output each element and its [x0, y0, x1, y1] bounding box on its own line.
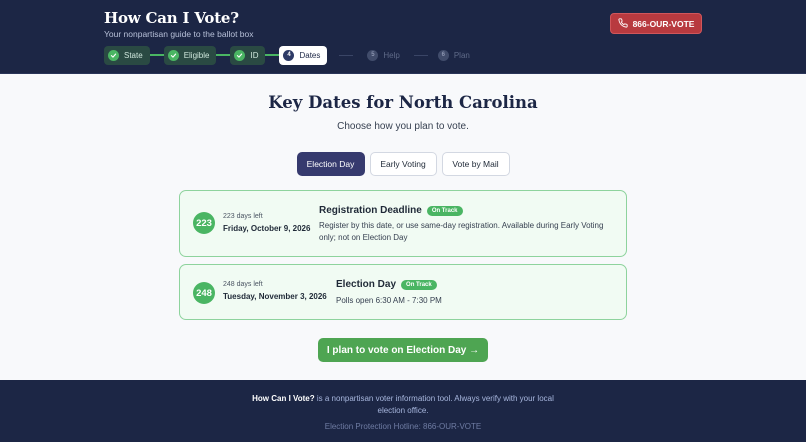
- voting-method-tabs: Election Day Early Voting Vote by Mail: [0, 152, 806, 176]
- status-badge: On Track: [401, 279, 437, 290]
- progress-steps: State Eligible ID 4 Dates 5 Help 6 Plan: [104, 45, 474, 65]
- phone-icon: [617, 17, 628, 30]
- site-title[interactable]: How Can I Vote?: [104, 9, 239, 27]
- deadline-date: Tuesday, November 3, 2026: [223, 292, 327, 301]
- page-title: Key Dates for North Carolina: [268, 93, 538, 112]
- step-label: Eligible: [183, 50, 210, 60]
- check-icon: [108, 49, 119, 61]
- days-left-text: 248 days left: [223, 281, 263, 288]
- event-title-text: Election Day: [336, 279, 397, 290]
- step-label: Plan: [453, 50, 470, 60]
- site-subtitle: Your nonpartisan guide to the ballot box: [104, 29, 254, 39]
- tab-vote-by-mail[interactable]: Vote by Mail: [441, 152, 510, 176]
- deadline-date: Friday, October 9, 2026: [223, 224, 311, 233]
- days-left-text: 223 days left: [223, 213, 263, 220]
- step-number: 5: [367, 49, 379, 61]
- step-plan[interactable]: 6 Plan: [434, 46, 474, 65]
- step-number: 4: [283, 49, 295, 61]
- site-header: How Can I Vote? Your nonpartisan guide t…: [0, 0, 806, 74]
- footer-text-1: is a nonpartisan voter information tool.…: [314, 394, 554, 403]
- days-count-badge: 223: [193, 212, 215, 234]
- step-dates[interactable]: 4 Dates: [279, 45, 328, 65]
- event-title: Election Day On Track: [336, 279, 437, 290]
- step-eligible[interactable]: Eligible: [163, 45, 217, 65]
- step-connector: [265, 54, 280, 56]
- step-connector: [149, 54, 164, 56]
- event-title: Registration Deadline On Track: [319, 205, 463, 216]
- event-description: Polls open 6:30 AM - 7:30 PM: [336, 296, 442, 305]
- footer-disclaimer: How Can I Vote? is a nonpartisan voter i…: [0, 394, 806, 403]
- hotline-label: 866-OUR-VOTE: [632, 18, 695, 29]
- check-icon: [234, 49, 246, 61]
- check-icon: [167, 49, 179, 61]
- step-connector: [216, 54, 231, 56]
- site-footer: How Can I Vote? is a nonpartisan voter i…: [0, 380, 806, 442]
- date-card-registration: 223 223 days left Friday, October 9, 202…: [179, 190, 627, 257]
- step-connector: [413, 54, 428, 56]
- status-badge: On Track: [426, 205, 463, 216]
- tab-early-voting[interactable]: Early Voting: [369, 152, 437, 176]
- event-title-text: Registration Deadline: [319, 205, 422, 216]
- footer-hotline: Election Protection Hotline: 866-OUR-VOT…: [324, 422, 482, 431]
- step-label: Help: [383, 50, 400, 60]
- step-label: Dates: [299, 50, 321, 60]
- step-help[interactable]: 5 Help: [363, 46, 403, 65]
- step-connector: [339, 54, 354, 56]
- days-count-badge: 248: [193, 282, 215, 304]
- plan-vote-button[interactable]: I plan to vote on Election Day →: [318, 338, 488, 362]
- hotline-button[interactable]: 866-OUR-VOTE: [610, 13, 702, 34]
- step-id[interactable]: ID: [230, 45, 266, 65]
- step-label: ID: [250, 50, 259, 60]
- tab-election-day[interactable]: Election Day: [296, 152, 365, 176]
- footer-brand: How Can I Vote?: [252, 394, 315, 403]
- page-subtitle: Choose how you plan to vote.: [337, 121, 469, 132]
- step-number: 6: [437, 49, 449, 61]
- date-card-election-day: 248 248 days left Tuesday, November 3, 2…: [179, 264, 627, 320]
- step-label: State: [124, 50, 143, 60]
- step-state[interactable]: State: [104, 45, 150, 65]
- footer-text-2: election office.: [377, 406, 429, 415]
- event-description: Register by this date, or use same-day r…: [319, 221, 604, 242]
